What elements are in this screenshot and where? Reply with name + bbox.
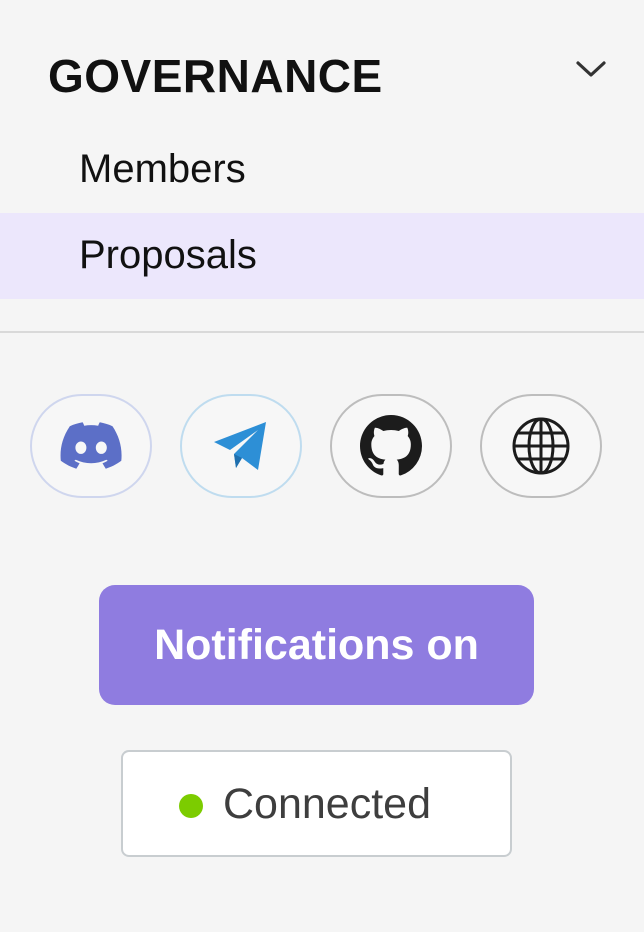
nav-item-members[interactable]: Members [0, 127, 644, 213]
status-dot-icon [179, 794, 203, 818]
github-button[interactable] [330, 394, 452, 498]
nav-item-label: Proposals [79, 233, 257, 277]
telegram-icon [214, 422, 266, 470]
nav-item-proposals[interactable]: Proposals [0, 213, 644, 299]
telegram-button[interactable] [180, 394, 302, 498]
globe-icon [512, 417, 570, 475]
notifications-button[interactable]: Notifications on [99, 585, 534, 705]
discord-button[interactable] [30, 394, 152, 498]
governance-section-header[interactable]: GOVERNANCE [0, 40, 644, 112]
nav-item-label: Members [79, 147, 246, 191]
connection-status[interactable]: Connected [121, 750, 512, 857]
divider [0, 331, 644, 333]
discord-icon [60, 422, 122, 469]
chevron-down-icon[interactable] [574, 58, 608, 80]
sidebar-panel: GOVERNANCE Members Proposals Notificatio… [0, 0, 644, 932]
github-icon [360, 415, 422, 476]
connection-status-label: Connected [223, 780, 431, 828]
section-title: GOVERNANCE [48, 50, 383, 102]
website-button[interactable] [480, 394, 602, 498]
